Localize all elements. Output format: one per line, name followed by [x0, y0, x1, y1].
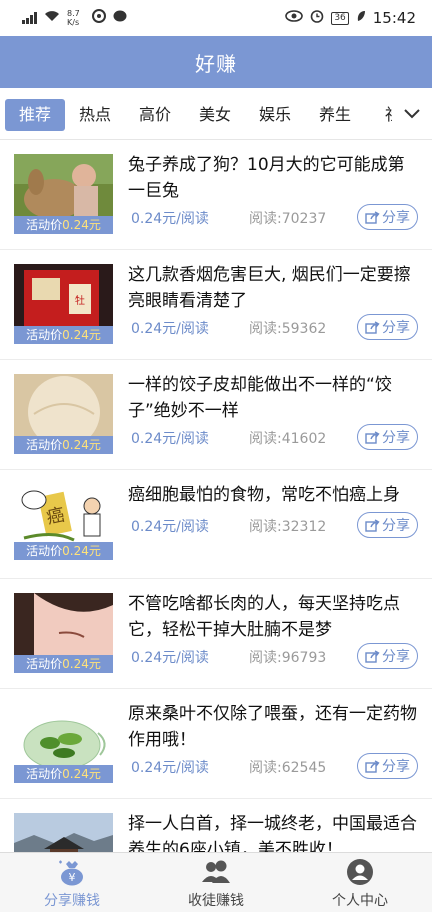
status-right: 36 15:42 [285, 9, 416, 27]
article-read-count: 阅读:96793 [249, 650, 327, 666]
price-badge: 活动价0.24元 [14, 436, 113, 454]
battery-icon: 36 [331, 11, 349, 25]
tab-recommend[interactable]: 推荐 [5, 99, 65, 131]
share-icon [365, 430, 380, 444]
share-button[interactable]: 分享 [357, 753, 418, 779]
article-thumbnail: 活动价0.24元 [14, 703, 113, 783]
nav-label: 分享赚钱 [44, 893, 100, 909]
article-item[interactable]: 活动价0.24元 不管吃啥都长肉的人，每天坚持吃点它，轻松干掉大肚腩不是梦 0.… [0, 579, 432, 689]
price-badge: 活动价0.24元 [14, 326, 113, 344]
price-badge: 活动价0.24元 [14, 765, 113, 783]
article-thumbnail: 癌 活动价0.24元 [14, 480, 113, 560]
message-icon [113, 10, 127, 27]
tab-entertainment[interactable]: 娱乐 [258, 99, 292, 131]
article-feed: 活动价0.24元 兔子养成了狗？10月大的它可能成第一巨兔 0.24元/阅读 阅… [0, 140, 432, 852]
price-badge: 活动价0.24元 [14, 216, 113, 234]
article-read-count: 阅读:70237 [249, 211, 327, 227]
article-read-count: 阅读:32312 [249, 519, 327, 535]
share-money-icon: ¥ [59, 860, 83, 886]
svg-text:牡: 牡 [75, 294, 85, 307]
share-icon [365, 320, 380, 334]
app-notification-icon [92, 9, 106, 27]
share-button[interactable]: 分享 [357, 204, 418, 230]
svg-text:¥: ¥ [69, 871, 76, 884]
article-thumbnail: 活动价0.24元 [14, 374, 113, 454]
nav-profile[interactable]: 个人中心 [288, 853, 432, 912]
share-button[interactable]: 分享 [357, 643, 418, 669]
article-thumbnail: 牡 活动价0.24元 [14, 264, 113, 344]
nav-label: 收徒赚钱 [188, 893, 244, 909]
article-item[interactable]: 择一人白首，择一城终老，中国最适合养生的6座小镇，美不胜收！ [0, 799, 432, 852]
share-button[interactable]: 分享 [357, 314, 418, 340]
article-price: 0.24元/阅读 [131, 431, 209, 447]
article-title[interactable]: 这几款香烟危害巨大, 烟民们一定要擦亮眼睛看清楚了 [128, 262, 420, 314]
article-read-count: 阅读:59362 [249, 321, 327, 337]
profile-icon [347, 859, 373, 885]
status-bar: 8.7 K/s 36 15:42 [0, 0, 432, 36]
article-thumbnail [14, 813, 113, 852]
net-speed: 8.7 K/s [67, 9, 80, 27]
article-title[interactable]: 择一人白首，择一城终老，中国最适合养生的6座小镇，美不胜收！ [128, 811, 420, 852]
alarm-icon [310, 9, 324, 27]
share-icon [365, 518, 380, 532]
article-item[interactable]: 癌 活动价0.24元 癌细胞最怕的食物，常吃不怕癌上身 0.24元/阅读 阅读:… [0, 470, 432, 579]
tab-hot[interactable]: 热点 [78, 99, 112, 131]
chevron-down-icon [404, 109, 420, 119]
article-item[interactable]: 牡 活动价0.24元 这几款香烟危害巨大, 烟民们一定要擦亮眼睛看清楚了 0.2… [0, 250, 432, 360]
article-price: 0.24元/阅读 [131, 211, 209, 227]
article-price: 0.24元/阅读 [131, 321, 209, 337]
article-read-count: 阅读:62545 [249, 760, 327, 776]
price-badge: 活动价0.24元 [14, 542, 113, 560]
category-tabs: 推荐 热点 高价 美女 娱乐 养生 社 [0, 88, 432, 140]
article-thumbnail: 活动价0.24元 [14, 593, 113, 673]
nav-share-earn[interactable]: ¥ 分享赚钱 [0, 853, 144, 912]
share-icon [365, 649, 380, 663]
article-title[interactable]: 不管吃啥都长肉的人，每天坚持吃点它，轻松干掉大肚腩不是梦 [128, 591, 420, 643]
article-thumbnail: 活动价0.24元 [14, 154, 113, 234]
eye-icon [285, 10, 304, 26]
town-photo-icon [14, 813, 113, 852]
app-header: 好赚 [0, 36, 432, 88]
nav-recruit-earn[interactable]: 收徒赚钱 [144, 853, 288, 912]
article-read-count: 阅读:41602 [249, 431, 327, 447]
share-icon [365, 759, 380, 773]
article-title[interactable]: 兔子养成了狗？10月大的它可能成第一巨兔 [128, 152, 420, 204]
share-button[interactable]: 分享 [357, 424, 418, 450]
article-item[interactable]: 活动价0.24元 原来桑叶不仅除了喂蚕，还有一定药物作用哦！ 0.24元/阅读 … [0, 689, 432, 799]
article-price: 0.24元/阅读 [131, 760, 209, 776]
status-left: 8.7 K/s [22, 9, 127, 27]
article-title[interactable]: 一样的饺子皮却能做出不一样的“饺子”绝妙不一样 [128, 372, 420, 424]
page-title: 好赚 [195, 51, 237, 76]
wifi-icon [44, 10, 60, 26]
price-badge: 活动价0.24元 [14, 655, 113, 673]
signal-icon [22, 12, 37, 24]
clock: 15:42 [372, 9, 416, 27]
tab-health[interactable]: 养生 [318, 99, 352, 131]
article-title[interactable]: 原来桑叶不仅除了喂蚕，还有一定药物作用哦！ [128, 701, 420, 753]
article-item[interactable]: 活动价0.24元 兔子养成了狗？10月大的它可能成第一巨兔 0.24元/阅读 阅… [0, 140, 432, 250]
share-icon [365, 210, 380, 224]
share-button[interactable]: 分享 [357, 512, 418, 538]
article-item[interactable]: 活动价0.24元 一样的饺子皮却能做出不一样的“饺子”绝妙不一样 0.24元/阅… [0, 360, 432, 470]
article-title[interactable]: 癌细胞最怕的食物，常吃不怕癌上身 [128, 482, 420, 508]
tab-high-price[interactable]: 高价 [138, 99, 172, 131]
article-price: 0.24元/阅读 [131, 650, 209, 666]
leaf-icon [356, 10, 366, 26]
bottom-navigation: ¥ 分享赚钱 收徒赚钱 个人中心 [0, 852, 432, 912]
nav-label: 个人中心 [332, 893, 388, 909]
article-price: 0.24元/阅读 [131, 519, 209, 535]
people-icon [202, 860, 230, 883]
tab-beauty[interactable]: 美女 [198, 99, 232, 131]
more-tabs-button[interactable] [392, 88, 432, 139]
